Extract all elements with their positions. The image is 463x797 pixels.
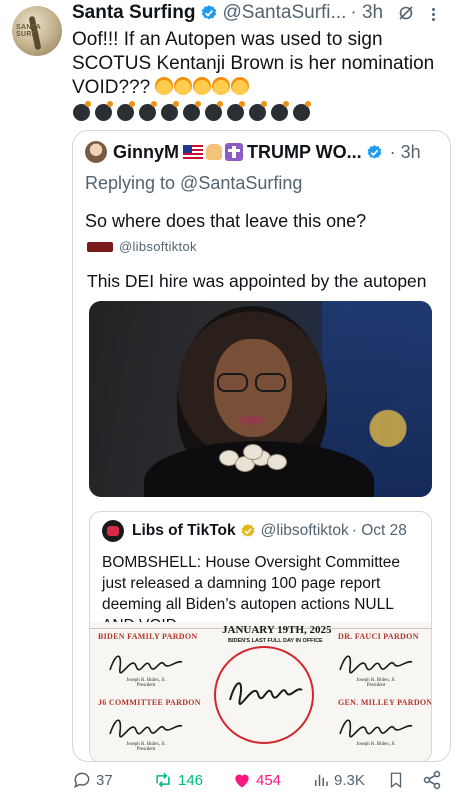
- libs-of-tiktok-avatar[interactable]: [102, 520, 124, 542]
- heart-icon: [235, 774, 249, 788]
- tweet-header: Santa Surfing @SantaSurfi... · 3h: [72, 2, 383, 24]
- party-face-icon: [193, 77, 212, 95]
- nested-tweet-header: Libs of TikTok @libsoftiktok · Oct 28: [102, 520, 407, 542]
- share-icon: [423, 770, 441, 790]
- signature-bottom-right: Joseph R. Biden, Jr.: [336, 712, 416, 747]
- gold-verified-badge-icon: [241, 524, 255, 537]
- author-name[interactable]: Santa Surfing: [72, 2, 196, 24]
- tweet-text: Oof!!! If an Autopen was used to sign SC…: [72, 28, 457, 100]
- grok-icon[interactable]: [398, 5, 414, 21]
- party-face-icon: [174, 77, 193, 95]
- bomb-icon: [160, 100, 182, 122]
- reply-button[interactable]: 37: [72, 768, 113, 792]
- signature-center: [226, 674, 304, 708]
- repost-button[interactable]: 146: [152, 768, 203, 792]
- photo-collar: [219, 444, 287, 476]
- signature-top-left: Joseph R. Biden, Jr. President: [106, 648, 186, 688]
- quoted-tweet-header: GinnyM TRUMP WO... · 3h: [85, 141, 421, 163]
- doc-label-j6: J6 COMMITTEE PARDON: [98, 698, 201, 707]
- author-avatar[interactable]: SANTA SURF: [12, 6, 62, 56]
- bookmark-button[interactable]: [387, 768, 409, 792]
- author-handle[interactable]: @SantaSurfi...: [223, 2, 347, 24]
- signature-role: President: [366, 683, 386, 688]
- signature-role: President: [136, 683, 156, 688]
- views-button[interactable]: 9.3K: [312, 768, 365, 792]
- bomb-icon: [248, 100, 270, 122]
- cut-off-handle: @libsoftiktok: [87, 239, 197, 254]
- nested-quoted-tweet[interactable]: Libs of TikTok @libsoftiktok · Oct 28 BO…: [89, 511, 432, 761]
- bomb-icon: [204, 100, 226, 122]
- reply-count: 37: [96, 771, 113, 789]
- bomb-emoji-row: [72, 100, 314, 122]
- more-options-icon[interactable]: [432, 8, 436, 22]
- signature-role: President: [136, 747, 156, 752]
- view-count: 9.3K: [334, 771, 365, 789]
- views-icon: [315, 774, 328, 786]
- screenshot-post-text: This DEI hire was appointed by the autop…: [87, 271, 427, 291]
- tweet-text-content: Oof!!! If an Autopen was used to sign SC…: [72, 29, 435, 98]
- latin-cross-icon: [225, 143, 243, 161]
- us-flag-icon: [183, 145, 203, 159]
- bomb-icon: [138, 100, 160, 122]
- nested-post-time[interactable]: · Oct 28: [352, 522, 407, 540]
- photo-glasses: [217, 373, 289, 393]
- doc-label-milley: GEN. MILLEY PARDON: [338, 698, 432, 707]
- party-face-icon: [231, 77, 250, 95]
- nested-author-handle[interactable]: @libsoftiktok: [261, 522, 349, 540]
- quoted-author-avatar[interactable]: [85, 141, 107, 163]
- like-count: 454: [256, 771, 282, 789]
- praying-hands-icon: [206, 144, 222, 160]
- party-face-icon: [155, 77, 174, 95]
- bomb-icon: [94, 100, 116, 122]
- post-time[interactable]: · 3h: [350, 2, 383, 24]
- embedded-screenshot: @libsoftiktok This DEI hire was appointe…: [73, 239, 450, 761]
- bomb-icon: [72, 100, 94, 122]
- pardon-document-image[interactable]: BIDEN FAMILY PARDON JANUARY 19TH, 2025 B…: [90, 622, 432, 761]
- quoted-author-name[interactable]: GinnyM: [113, 142, 179, 163]
- justice-photo[interactable]: [89, 301, 432, 497]
- quoted-author-name-suffix[interactable]: TRUMP WO...: [247, 142, 362, 163]
- doc-label-family: BIDEN FAMILY PARDON: [98, 632, 198, 641]
- photo-lips: [239, 416, 265, 425]
- party-emoji-group: [155, 77, 250, 98]
- share-button[interactable]: [422, 768, 446, 792]
- verified-badge-icon: [367, 144, 382, 159]
- party-face-icon: [212, 77, 231, 95]
- like-button[interactable]: 454: [232, 768, 281, 792]
- signature-caption: Joseph R. Biden, Jr.: [356, 742, 396, 747]
- bomb-icon: [182, 100, 204, 122]
- signature-bottom-left: Joseph R. Biden, Jr. President: [106, 712, 186, 752]
- quoted-tweet[interactable]: GinnyM TRUMP WO... · 3h Replying to @San…: [72, 130, 451, 762]
- verified-badge-icon: [201, 5, 216, 20]
- repost-count: 146: [178, 771, 204, 789]
- doc-date: JANUARY 19TH, 2025: [222, 624, 332, 636]
- bomb-icon: [292, 100, 314, 122]
- signature-top-right: Joseph R. Biden, Jr. President: [336, 648, 416, 688]
- tweet: SANTA SURF Santa Surfing @SantaSurfi... …: [0, 0, 463, 797]
- doc-label-fauci: DR. FAUCI PARDON: [338, 632, 419, 641]
- nested-author-name[interactable]: Libs of TikTok: [132, 522, 236, 540]
- bookmark-icon: [390, 772, 402, 789]
- avatar-text: SANTA SURF: [16, 24, 41, 38]
- quoted-post-time[interactable]: · 3h: [390, 142, 421, 163]
- bomb-icon: [116, 100, 138, 122]
- reply-icon: [74, 772, 90, 789]
- replying-to[interactable]: Replying to @SantaSurfing: [85, 173, 302, 194]
- doc-subtitle: BIDEN'S LAST FULL DAY IN OFFICE: [228, 638, 323, 644]
- bomb-icon: [270, 100, 292, 122]
- action-bar: 37 146 454 9.3K: [72, 768, 452, 792]
- bomb-icon: [226, 100, 248, 122]
- quoted-tweet-text: So where does that leave this one?: [85, 211, 367, 231]
- repost-icon: [156, 772, 170, 788]
